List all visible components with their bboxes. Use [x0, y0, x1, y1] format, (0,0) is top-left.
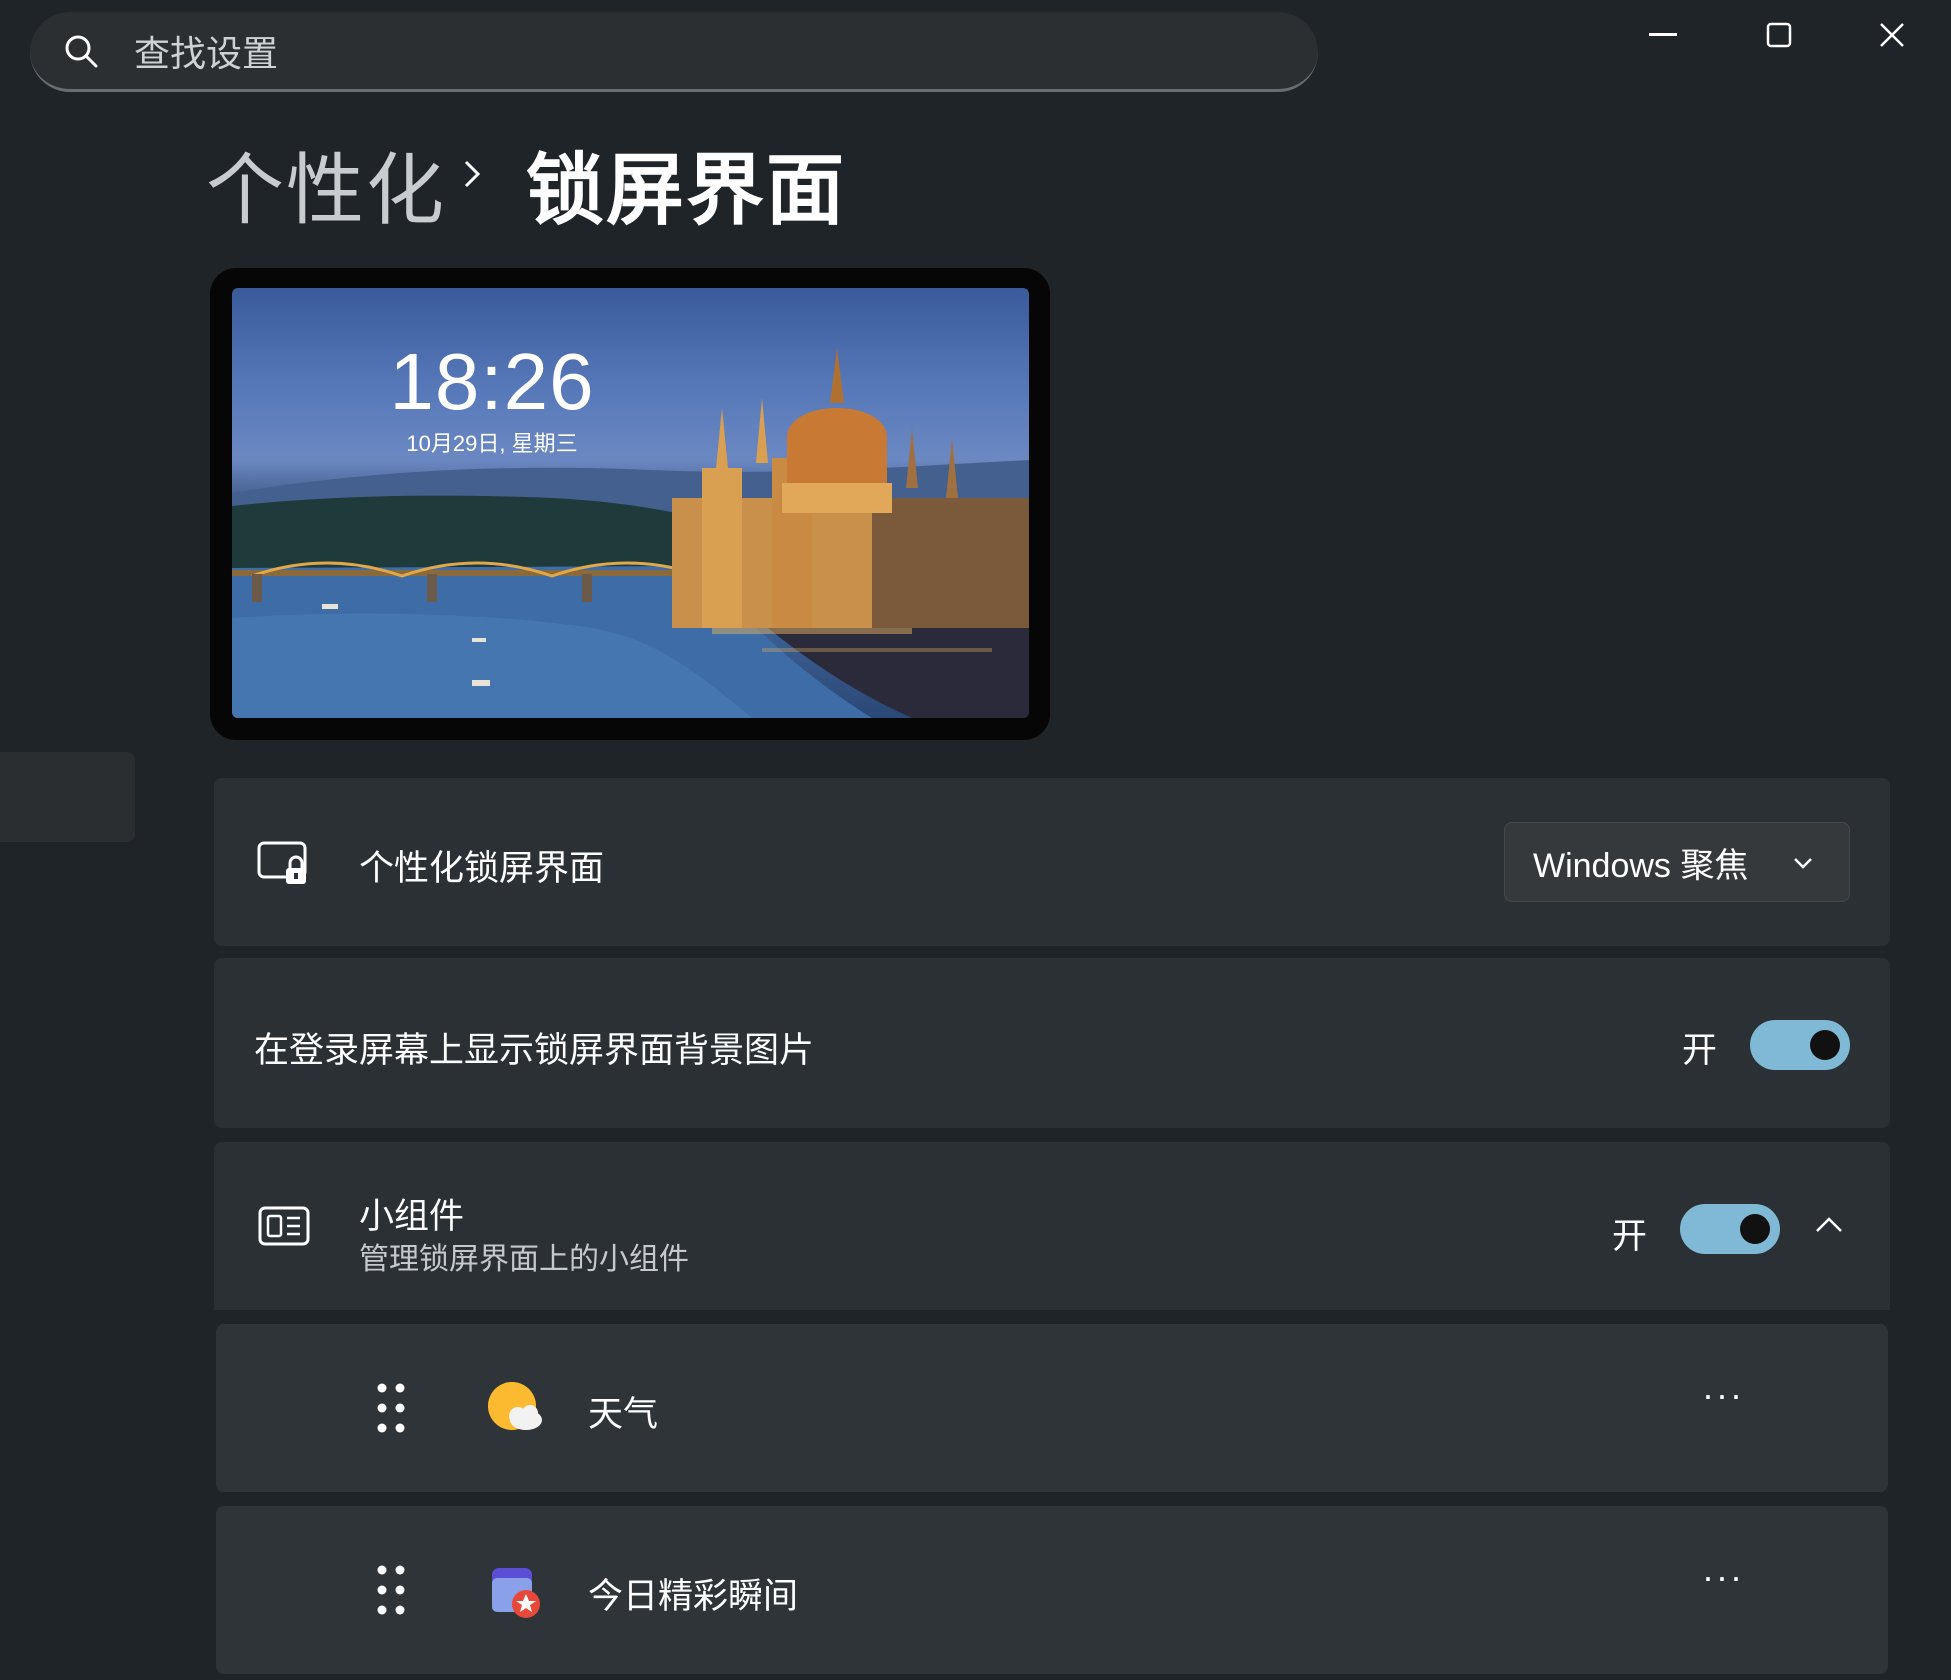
- widget-item-label: 天气: [588, 1395, 659, 1434]
- minimize-button[interactable]: [1628, 10, 1698, 60]
- chevron-up-icon[interactable]: [1814, 1214, 1844, 1234]
- search-box[interactable]: 查找设置: [30, 12, 1318, 92]
- sidebar-item-selected[interactable]: [0, 752, 135, 842]
- settings-window: 查找设置 个性化 锁屏界面 18:26 10月29日, 星期三 个性化锁屏界面 …: [0, 0, 1951, 1680]
- widgets-icon: [258, 1206, 310, 1246]
- toggle-knob: [1740, 1214, 1770, 1244]
- login-background-card: 在登录屏幕上显示锁屏界面背景图片 开: [214, 958, 1890, 1128]
- widgets-state: 开: [1612, 1217, 1648, 1256]
- weather-icon: [488, 1382, 542, 1430]
- drag-handle-icon[interactable]: [376, 1382, 406, 1434]
- preview-time: 18:26: [389, 337, 595, 426]
- toggle-knob: [1810, 1030, 1840, 1060]
- page-title: 锁屏界面: [526, 146, 847, 234]
- widget-item-label: 今日精彩瞬间: [588, 1577, 799, 1616]
- login-background-label: 在登录屏幕上显示锁屏界面背景图片: [254, 1031, 815, 1070]
- dropdown-value: Windows 聚焦: [1533, 846, 1749, 885]
- lock-screen-mode-dropdown[interactable]: Windows 聚焦: [1504, 822, 1850, 902]
- personalize-lock-screen-label: 个性化锁屏界面: [359, 849, 605, 888]
- close-icon: [1880, 23, 1904, 47]
- maximize-button[interactable]: [1744, 10, 1814, 60]
- search-icon: [65, 35, 98, 67]
- drag-handle-icon[interactable]: [376, 1564, 406, 1616]
- more-options-button[interactable]: ···: [1702, 1374, 1744, 1416]
- widgets-toggle[interactable]: [1680, 1204, 1780, 1254]
- login-background-state: 开: [1682, 1031, 1718, 1070]
- minimize-icon: [1649, 33, 1677, 36]
- close-button[interactable]: [1857, 10, 1927, 60]
- lock-screen-preview: 18:26 10月29日, 星期三: [210, 268, 1050, 740]
- today-highlights-icon: [492, 1568, 540, 1618]
- lock-screen-wallpaper: 18:26 10月29日, 星期三: [232, 288, 1029, 718]
- widget-item-today-highlights[interactable]: 今日精彩瞬间 ···: [216, 1506, 1888, 1674]
- widget-item-weather[interactable]: 天气 ···: [216, 1324, 1888, 1492]
- widgets-card[interactable]: 小组件 管理锁屏界面上的小组件 开: [214, 1142, 1890, 1310]
- login-background-toggle[interactable]: [1750, 1020, 1850, 1070]
- maximize-icon: [1766, 22, 1792, 48]
- widgets-label: 小组件: [359, 1197, 465, 1236]
- more-options-button[interactable]: ···: [1702, 1556, 1744, 1598]
- breadcrumb-parent[interactable]: 个性化: [206, 128, 446, 240]
- search-input[interactable]: 查找设置: [134, 25, 278, 77]
- chevron-right-icon: [464, 160, 481, 188]
- chevron-down-icon: [1794, 858, 1812, 869]
- lock-screen-icon: [257, 841, 307, 884]
- personalize-lock-screen-card: 个性化锁屏界面 Windows 聚焦: [214, 778, 1890, 946]
- widgets-description: 管理锁屏界面上的小组件: [359, 1243, 689, 1276]
- preview-date: 10月29日, 星期三: [406, 431, 578, 456]
